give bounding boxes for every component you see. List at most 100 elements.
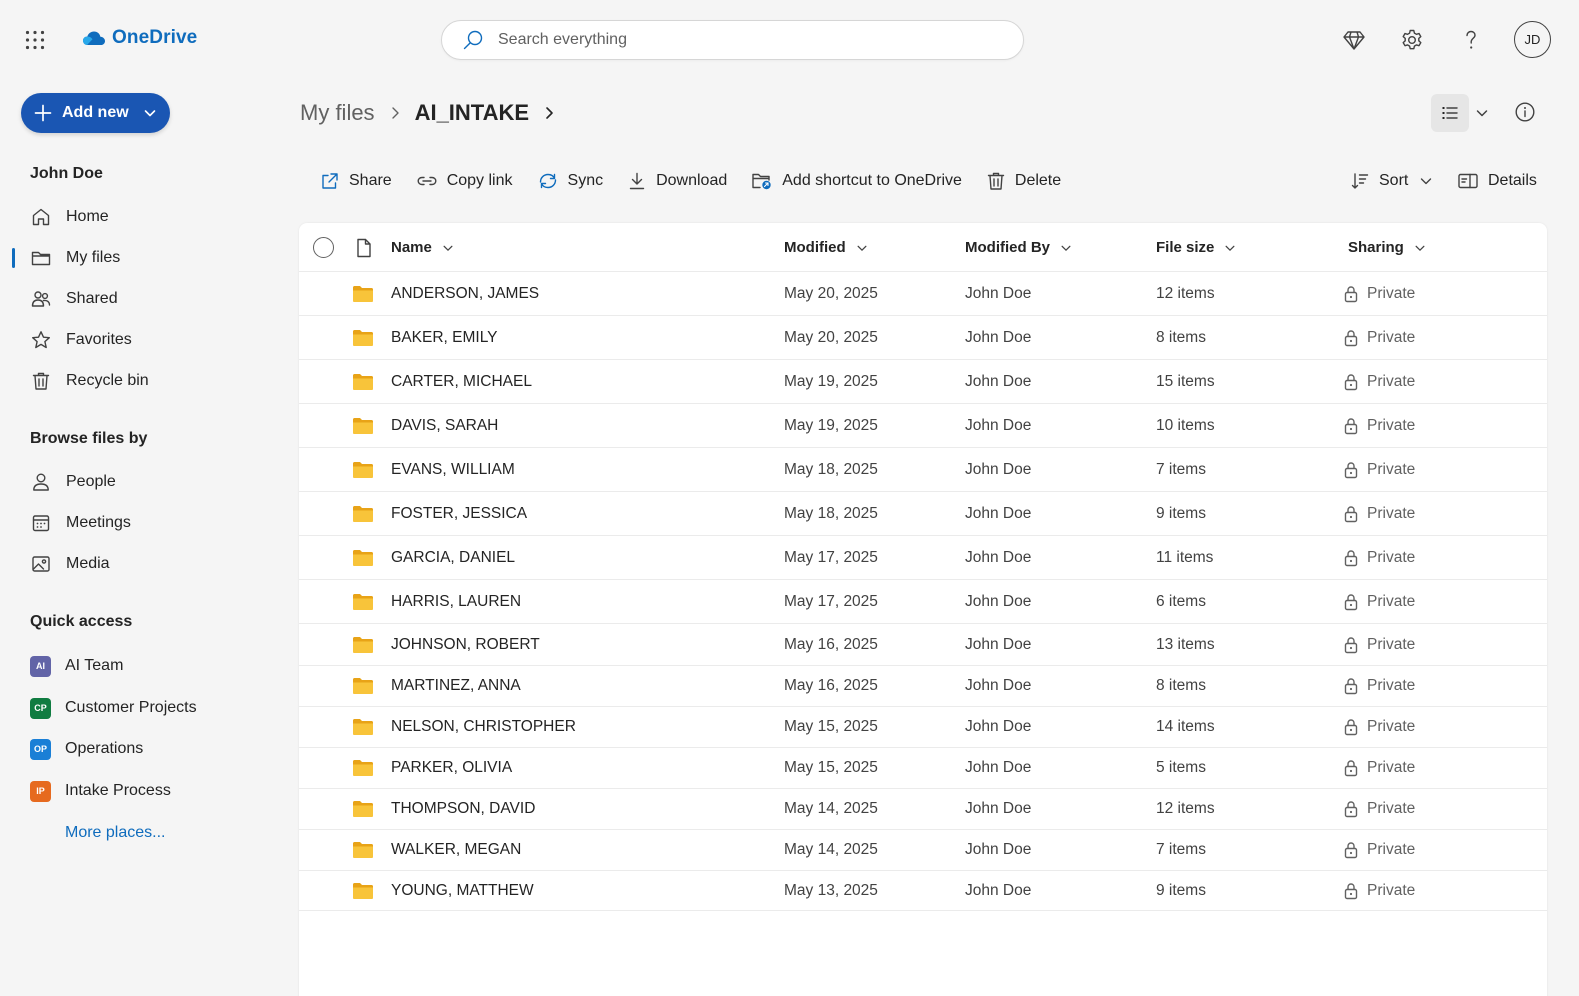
user-avatar[interactable]: JD (1514, 21, 1551, 58)
column-header-sharing[interactable]: Sharing (1348, 223, 1426, 272)
sync-button[interactable]: Sync (525, 164, 616, 198)
chevron-down-icon[interactable] (1475, 106, 1489, 120)
sharing-status[interactable]: Private (1343, 536, 1415, 579)
table-row[interactable]: MARTINEZ, ANNA May 16, 2025 John Doe 8 item… (299, 666, 1547, 707)
file-name[interactable]: NELSON, CHRISTOPHER (391, 707, 576, 747)
table-row[interactable]: PARKER, OLIVIA May 15, 2025 John Doe 5 item… (299, 748, 1547, 789)
file-name[interactable]: FOSTER, JESSICA (391, 492, 527, 535)
add-shortcut-button[interactable]: Add shortcut to OneDrive (739, 164, 974, 198)
column-header-file-size[interactable]: File size (1156, 223, 1236, 272)
table-row[interactable]: THOMPSON, DAVID May 14, 2025 John Doe 12 it… (299, 789, 1547, 830)
file-name[interactable]: DAVIS, SARAH (391, 404, 498, 447)
sidebar-item-media[interactable]: Media (0, 546, 270, 582)
file-name[interactable]: CARTER, MICHAEL (391, 360, 532, 403)
folder-icon (352, 593, 374, 611)
info-icon[interactable] (1514, 101, 1536, 123)
file-name[interactable]: EVANS, WILLIAM (391, 448, 515, 491)
download-button[interactable]: Download (615, 164, 739, 198)
copy-link-button[interactable]: Copy link (404, 164, 525, 198)
sharing-status[interactable]: Private (1343, 666, 1415, 706)
sharing-status[interactable]: Private (1343, 748, 1415, 788)
sharing-status[interactable]: Private (1343, 404, 1415, 447)
table-row[interactable]: WALKER, MEGAN May 14, 2025 John Doe 7 items… (299, 830, 1547, 871)
settings-gear-icon[interactable] (1399, 27, 1425, 53)
modified-by: John Doe (965, 592, 1032, 610)
sharing-status[interactable]: Private (1343, 316, 1415, 359)
table-row[interactable]: GARCIA, DANIEL May 17, 2025 John Doe 11 ite… (299, 536, 1547, 580)
file-name[interactable]: THOMPSON, DAVID (391, 789, 535, 829)
table-row[interactable]: EVANS, WILLIAM May 18, 2025 John Doe 7 item… (299, 448, 1547, 492)
quick-access-label: Intake Process (65, 782, 171, 799)
column-header-name[interactable]: Name (391, 223, 454, 272)
table-row[interactable]: ANDERSON, JAMES May 20, 2025 John Doe 12 it… (299, 272, 1547, 316)
sidebar-item-favorites[interactable]: Favorites (0, 322, 270, 358)
table-row[interactable]: FOSTER, JESSICA May 18, 2025 John Doe 9 ite… (299, 492, 1547, 536)
share-button[interactable]: Share (308, 164, 404, 198)
add-new-button[interactable]: Add new (21, 93, 170, 133)
chevron-right-icon[interactable] (543, 106, 555, 120)
file-type-icon[interactable] (355, 238, 373, 258)
quick-access-item-operations[interactable]: OP Operations (0, 731, 270, 767)
file-name[interactable]: ANDERSON, JAMES (391, 272, 539, 315)
file-name[interactable]: HARRIS, LAUREN (391, 580, 521, 623)
table-row[interactable]: YOUNG, MATTHEW May 13, 2025 John Doe 9 item… (299, 871, 1547, 911)
folder-icon (352, 329, 374, 347)
table-row[interactable]: BAKER, EMILY May 20, 2025 John Doe 8 items P… (299, 316, 1547, 360)
table-row[interactable]: JOHNSON, ROBERT May 16, 2025 John Doe 13 it… (299, 624, 1547, 666)
file-name[interactable]: GARCIA, DANIEL (391, 536, 515, 579)
quick-access-item-customer-projects[interactable]: CP Customer Projects (0, 690, 270, 726)
premium-diamond-icon[interactable] (1341, 27, 1367, 53)
sharing-status[interactable]: Private (1343, 448, 1415, 491)
help-icon[interactable] (1458, 27, 1484, 53)
waffle-icon[interactable] (25, 30, 45, 50)
sharing-status[interactable]: Private (1343, 830, 1415, 870)
view-options-button[interactable] (1431, 94, 1469, 132)
select-all-checkbox[interactable] (313, 237, 334, 258)
quick-access-item-ai-team[interactable]: AI AI Team (0, 648, 270, 684)
sharing-status[interactable]: Private (1343, 580, 1415, 623)
sharing-status[interactable]: Private (1343, 624, 1415, 665)
sharing-status[interactable]: Private (1343, 492, 1415, 535)
breadcrumb-my-files[interactable]: My files (300, 100, 375, 126)
sharing-status[interactable]: Private (1343, 707, 1415, 747)
sidebar-item-meetings[interactable]: Meetings (0, 505, 270, 541)
sharing-status[interactable]: Private (1343, 871, 1415, 910)
table-row[interactable]: HARRIS, LAUREN May 17, 2025 John Doe 6 item… (299, 580, 1547, 624)
table-row[interactable]: DAVIS, SARAH May 19, 2025 John Doe 10 items… (299, 404, 1547, 448)
lock-icon (1343, 841, 1359, 859)
quick-access-item-intake-process[interactable]: IP Intake Process (0, 773, 270, 809)
delete-button[interactable]: Delete (974, 164, 1073, 198)
search-box[interactable] (441, 20, 1024, 60)
table-row[interactable]: NELSON, CHRISTOPHER May 15, 2025 John Doe 1… (299, 707, 1547, 748)
top-bar: OneDrive JD (0, 0, 1579, 80)
table-row[interactable]: CARTER, MICHAEL May 19, 2025 John Doe 15 it… (299, 360, 1547, 404)
sidebar-item-people[interactable]: People (0, 464, 270, 500)
column-header-modified-by[interactable]: Modified By (965, 223, 1072, 272)
sidebar-item-home[interactable]: Home (0, 199, 270, 235)
file-name[interactable]: PARKER, OLIVIA (391, 748, 512, 788)
file-name[interactable]: MARTINEZ, ANNA (391, 666, 521, 706)
sharing-label: Private (1367, 718, 1416, 735)
details-button[interactable]: Details (1457, 164, 1537, 198)
brand-logo[interactable]: OneDrive (82, 27, 197, 49)
lock-icon (1343, 417, 1359, 435)
file-name[interactable]: BAKER, EMILY (391, 316, 498, 359)
sidebar-item-my-files[interactable]: My files (0, 240, 270, 276)
more-places-link[interactable]: More places... (65, 824, 165, 842)
modified-by: John Doe (965, 759, 1032, 776)
column-file-size-label: File size (1156, 239, 1215, 256)
sharing-status[interactable]: Private (1343, 360, 1415, 403)
file-name[interactable]: WALKER, MEGAN (391, 830, 521, 870)
search-icon (462, 29, 484, 51)
breadcrumb-current-folder[interactable]: AI_INTAKE (415, 100, 530, 126)
file-name[interactable]: YOUNG, MATTHEW (391, 871, 534, 910)
sidebar-item-shared[interactable]: Shared (0, 281, 270, 317)
sharing-status[interactable]: Private (1343, 789, 1415, 829)
sidebar-item-recycle-bin[interactable]: Recycle bin (0, 363, 270, 399)
search-input[interactable] (498, 31, 978, 49)
command-bar: Share Copy link Sync Download Add shortc… (308, 164, 1073, 198)
sharing-status[interactable]: Private (1343, 272, 1415, 315)
column-header-modified[interactable]: Modified (784, 223, 868, 272)
sort-button[interactable]: Sort (1350, 164, 1433, 198)
file-name[interactable]: JOHNSON, ROBERT (391, 624, 540, 665)
